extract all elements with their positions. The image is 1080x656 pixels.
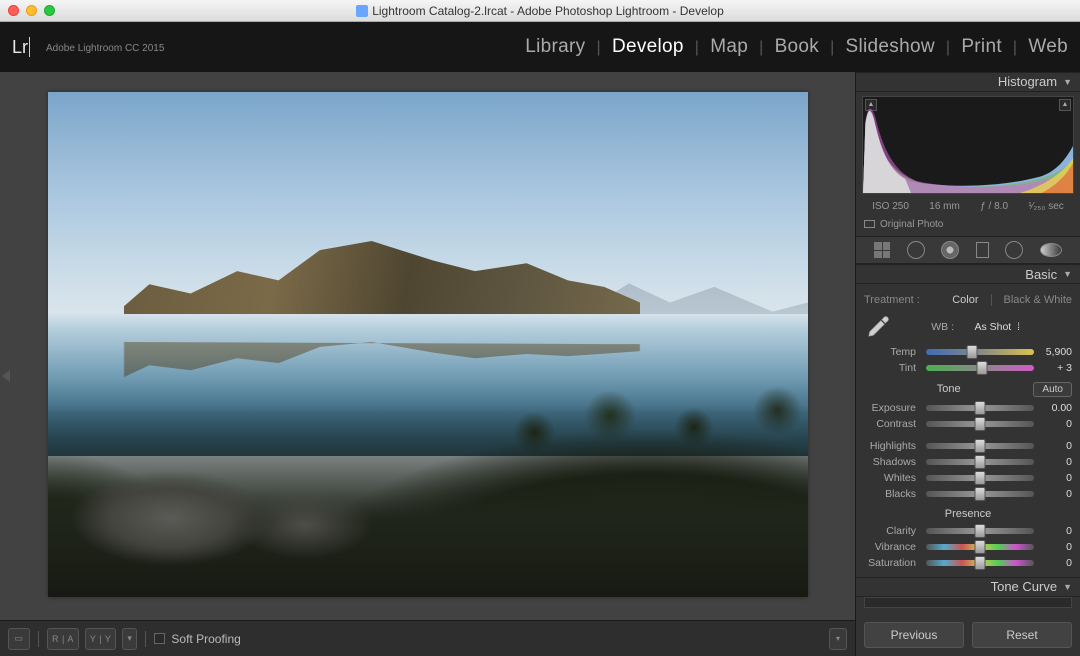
module-develop[interactable]: Develop (612, 36, 684, 58)
before-after-menu-icon[interactable]: ▾ (122, 628, 137, 650)
redeye-tool-icon[interactable] (941, 241, 959, 259)
toolbar: ▭ R | A Y | Y ▾ Soft Proofing ▾ (0, 620, 855, 656)
window-title: Lightroom Catalog-2.lrcat - Adobe Photos… (0, 4, 1080, 18)
crop-tool-icon[interactable] (874, 242, 890, 258)
macos-titlebar: Lightroom Catalog-2.lrcat - Adobe Photos… (0, 0, 1080, 22)
wb-preset-select[interactable]: As Shot ⁞ (960, 321, 1020, 333)
module-map[interactable]: Map (710, 36, 748, 58)
exposure-slider[interactable] (926, 405, 1034, 411)
tone-curve-header[interactable]: Tone Curve▼ (856, 577, 1080, 597)
disclosure-triangle-icon: ▼ (1063, 269, 1072, 279)
graduated-filter-icon[interactable] (976, 242, 989, 258)
tint-value[interactable]: + 3 (1038, 362, 1072, 374)
shadows-value[interactable]: 0 (1038, 456, 1072, 468)
meta-iso: ISO 250 (872, 201, 909, 212)
slider-label: Saturation (864, 557, 922, 569)
clarity-slider[interactable] (926, 528, 1034, 534)
contrast-slider[interactable] (926, 421, 1034, 427)
bottom-button-row: Previous Reset (856, 614, 1080, 656)
rectangle-icon (864, 220, 875, 228)
module-picker: Library| Develop| Map| Book| Slideshow| … (525, 36, 1068, 58)
histogram-header[interactable]: Histogram▼ (856, 72, 1080, 92)
blacks-slider[interactable] (926, 491, 1034, 497)
slider-label: Blacks (864, 488, 922, 500)
highlights-value[interactable]: 0 (1038, 440, 1072, 452)
treatment-bw[interactable]: Black & White (1004, 294, 1072, 306)
disclosure-triangle-icon: ▼ (1063, 77, 1072, 87)
slider-label: Highlights (864, 440, 922, 452)
blacks-value[interactable]: 0 (1038, 488, 1072, 500)
saturation-slider[interactable] (926, 560, 1034, 566)
presence-section-label: Presence (864, 508, 1072, 520)
adjustment-brush-icon[interactable] (1040, 243, 1062, 257)
slider-label: Shadows (864, 456, 922, 468)
eyedropper-icon[interactable] (864, 314, 892, 340)
treatment-color[interactable]: Color (952, 294, 978, 306)
image-preview[interactable] (48, 92, 808, 597)
spot-removal-icon[interactable] (907, 241, 925, 259)
disclosure-triangle-icon: ▼ (1063, 582, 1072, 592)
slider-label: Clarity (864, 525, 922, 537)
clarity-value[interactable]: 0 (1038, 525, 1072, 537)
histogram-chart[interactable]: ▲ ▲ (862, 96, 1074, 194)
contrast-value[interactable]: 0 (1038, 418, 1072, 430)
meta-focal: 16 mm (929, 201, 960, 212)
radial-filter-icon[interactable] (1005, 241, 1023, 259)
vibrance-slider[interactable] (926, 544, 1034, 550)
module-slideshow[interactable]: Slideshow (846, 36, 935, 58)
slider-label: Temp (864, 346, 922, 358)
soft-proofing-label: Soft Proofing (171, 632, 240, 646)
before-after-tb-button[interactable]: Y | Y (85, 628, 117, 650)
basic-panel: Treatment : Color Black & White WB : As … (856, 284, 1080, 577)
app-subtitle: Adobe Lightroom CC 2015 (46, 43, 164, 54)
reset-button[interactable]: Reset (972, 622, 1072, 648)
left-panel-toggle-icon[interactable] (2, 364, 10, 388)
right-panel: Histogram▼ ▲ ▲ ISO 250 16 mm ƒ / 8.0 ¹⁄₂ (855, 72, 1080, 656)
before-after-lr-button[interactable]: R | A (47, 628, 79, 650)
original-photo-row[interactable]: Original Photo (856, 215, 1080, 236)
wb-label: WB : (902, 321, 960, 333)
module-print[interactable]: Print (961, 36, 1002, 58)
slider-label: Vibrance (864, 541, 922, 553)
toolbar-overflow-icon[interactable]: ▾ (829, 628, 847, 650)
identity-plate-row: Lr Adobe Lightroom CC 2015 Library| Deve… (0, 22, 1080, 72)
basic-header[interactable]: Basic▼ (856, 264, 1080, 284)
local-tools-strip (856, 236, 1080, 264)
temp-slider[interactable] (926, 349, 1034, 355)
previous-button[interactable]: Previous (864, 622, 964, 648)
module-library[interactable]: Library (525, 36, 585, 58)
lightroom-logo: Lr (12, 37, 42, 58)
auto-tone-button[interactable]: Auto (1033, 382, 1072, 397)
saturation-value[interactable]: 0 (1038, 557, 1072, 569)
tone-curve-preview[interactable] (864, 597, 1072, 608)
vibrance-value[interactable]: 0 (1038, 541, 1072, 553)
temp-value[interactable]: 5,900 (1038, 346, 1072, 358)
module-book[interactable]: Book (775, 36, 820, 58)
preview-area: ▭ R | A Y | Y ▾ Soft Proofing ▾ (0, 72, 855, 656)
slider-label: Whites (864, 472, 922, 484)
whites-value[interactable]: 0 (1038, 472, 1072, 484)
highlights-slider[interactable] (926, 443, 1034, 449)
slider-label: Tint (864, 362, 922, 374)
shadows-slider[interactable] (926, 459, 1034, 465)
meta-shutter: ¹⁄₂₅₀ sec (1028, 201, 1063, 212)
slider-label: Contrast (864, 418, 922, 430)
histogram-metadata: ISO 250 16 mm ƒ / 8.0 ¹⁄₂₅₀ sec (856, 198, 1080, 215)
document-icon (356, 5, 368, 17)
exposure-value[interactable]: 0.00 (1038, 402, 1072, 414)
tint-slider[interactable] (926, 365, 1034, 371)
meta-aperture: ƒ / 8.0 (980, 201, 1008, 212)
whites-slider[interactable] (926, 475, 1034, 481)
tone-section-label: Tone (864, 383, 1033, 395)
soft-proofing-checkbox[interactable] (154, 633, 165, 644)
module-web[interactable]: Web (1028, 36, 1068, 58)
treatment-label: Treatment : (864, 294, 920, 306)
loupe-view-button[interactable]: ▭ (8, 628, 30, 650)
slider-label: Exposure (864, 402, 922, 414)
